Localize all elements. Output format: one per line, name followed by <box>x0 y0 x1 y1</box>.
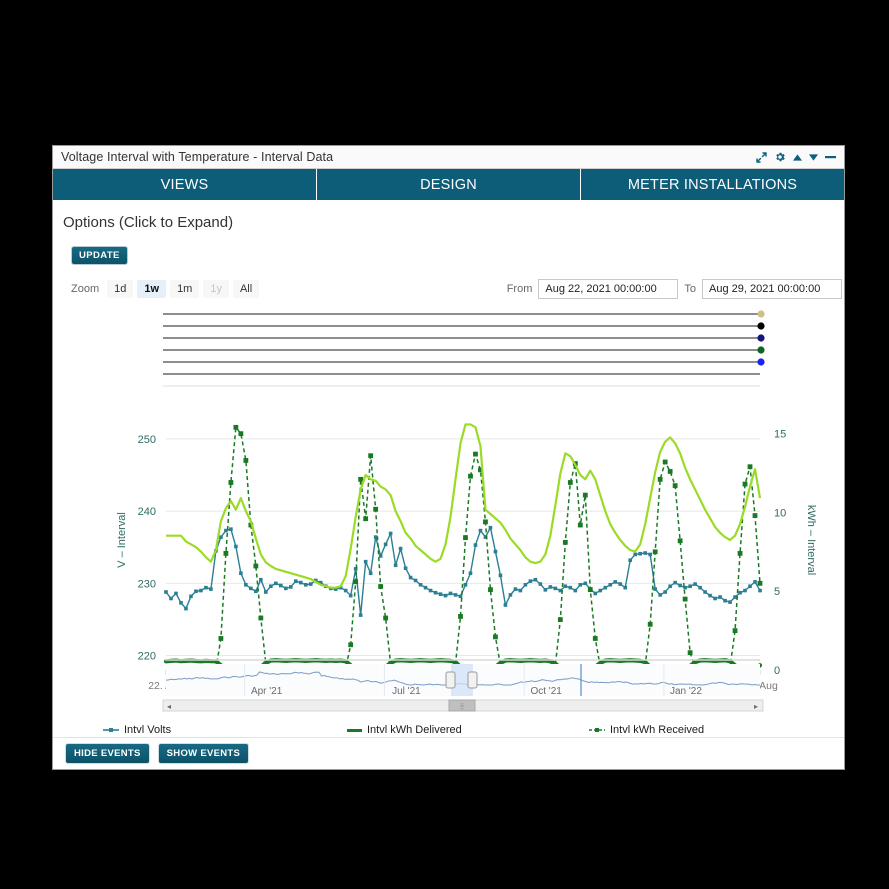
from-label: From <box>506 283 533 295</box>
zoom-button-1w[interactable]: 1w <box>137 280 167 298</box>
svg-text:Apr '21: Apr '21 <box>251 686 283 697</box>
svg-text:▸: ▸ <box>754 702 758 711</box>
svg-text:◂: ◂ <box>167 702 171 711</box>
tab-meter-installations[interactable]: METER INSTALLATIONS <box>581 169 844 200</box>
tab-design[interactable]: DESIGN <box>317 169 581 200</box>
minimize-icon[interactable] <box>825 154 836 160</box>
svg-text:Jul '21: Jul '21 <box>392 686 421 697</box>
chart-footer: HIDE EVENTS SHOW EVENTS <box>53 737 844 769</box>
tab-bar: VIEWS DESIGN METER INSTALLATIONS <box>53 169 844 200</box>
show-events-button[interactable]: SHOW EVENTS <box>157 743 250 764</box>
svg-text:250: 250 <box>138 434 156 446</box>
svg-text:15: 15 <box>774 429 786 441</box>
svg-text:V – Interval: V – Interval <box>116 512 128 568</box>
update-button[interactable]: UPDATE <box>71 246 128 265</box>
to-date-input[interactable] <box>702 279 842 299</box>
legend-symbol-icon <box>103 726 119 734</box>
svg-text:Jan '22: Jan '22 <box>670 686 702 697</box>
interval-chart: 220 230 240 250 0 5 10 15 V – Interval kWh – Inte… <box>53 300 844 720</box>
svg-text:5: 5 <box>774 586 780 598</box>
window-content: Options (Click to Expand) UPDATE Zoom 1d… <box>53 200 844 769</box>
legend-symbol-icon <box>589 726 605 734</box>
zoom-control-group: Zoom 1d 1w 1m 1y All <box>71 280 260 298</box>
zoom-button-1y: 1y <box>203 280 229 298</box>
legend-label: Intvl kWh Received <box>610 724 705 736</box>
caret-down-icon[interactable] <box>809 153 818 161</box>
legend-label: Intvl Volts <box>124 724 172 736</box>
date-range-group: From To <box>507 279 842 299</box>
zoom-button-all[interactable]: All <box>232 280 260 298</box>
titlebar-icon-group <box>756 151 838 163</box>
svg-text:240: 240 <box>138 506 156 518</box>
svg-text:Oct '21: Oct '21 <box>530 686 562 697</box>
legend-item[interactable]: Intvl kWh Delivered <box>346 724 589 736</box>
window-titlebar: Voltage Interval with Temperature - Inte… <box>53 146 844 169</box>
options-expander[interactable]: Options (Click to Expand) <box>63 214 233 231</box>
svg-text:⦙⦙: ⦙⦙ <box>460 702 464 711</box>
svg-text:kWh – Interval: kWh – Interval <box>805 505 817 575</box>
legend-label: Intvl kWh Delivered <box>367 724 462 736</box>
svg-text:10: 10 <box>774 507 786 519</box>
zoom-button-1m[interactable]: 1m <box>170 280 200 298</box>
zoom-label: Zoom <box>71 283 100 295</box>
caret-up-icon[interactable] <box>793 153 802 161</box>
window-title: Voltage Interval with Temperature - Inte… <box>61 150 334 164</box>
legend-item[interactable]: Intvl kWh Received <box>589 724 832 736</box>
tab-views[interactable]: VIEWS <box>53 169 317 200</box>
zoom-button-1d[interactable]: 1d <box>107 280 134 298</box>
to-label: To <box>684 283 696 295</box>
expand-icon[interactable] <box>756 151 767 163</box>
from-date-input[interactable] <box>538 279 679 299</box>
gear-icon[interactable] <box>774 151 786 163</box>
chart-navigator[interactable]: Apr '21 Jul '21 Oct '21 Jan '22 ◂ ▸ ⦙⦙ <box>53 658 844 718</box>
legend-symbol-icon <box>346 728 362 732</box>
legend-item[interactable]: Intvl Volts <box>103 724 346 736</box>
chart-window: Voltage Interval with Temperature - Inte… <box>52 145 845 770</box>
chart-canvas[interactable]: 220230240250051015V – Interval kWh – Inte… <box>53 300 842 720</box>
navigator-canvas[interactable]: Apr '21 Jul '21 Oct '21 Jan '22 ◂ ▸ ⦙⦙ <box>53 658 842 718</box>
hide-events-button[interactable]: HIDE EVENTS <box>65 743 150 764</box>
svg-text:230: 230 <box>138 578 156 590</box>
